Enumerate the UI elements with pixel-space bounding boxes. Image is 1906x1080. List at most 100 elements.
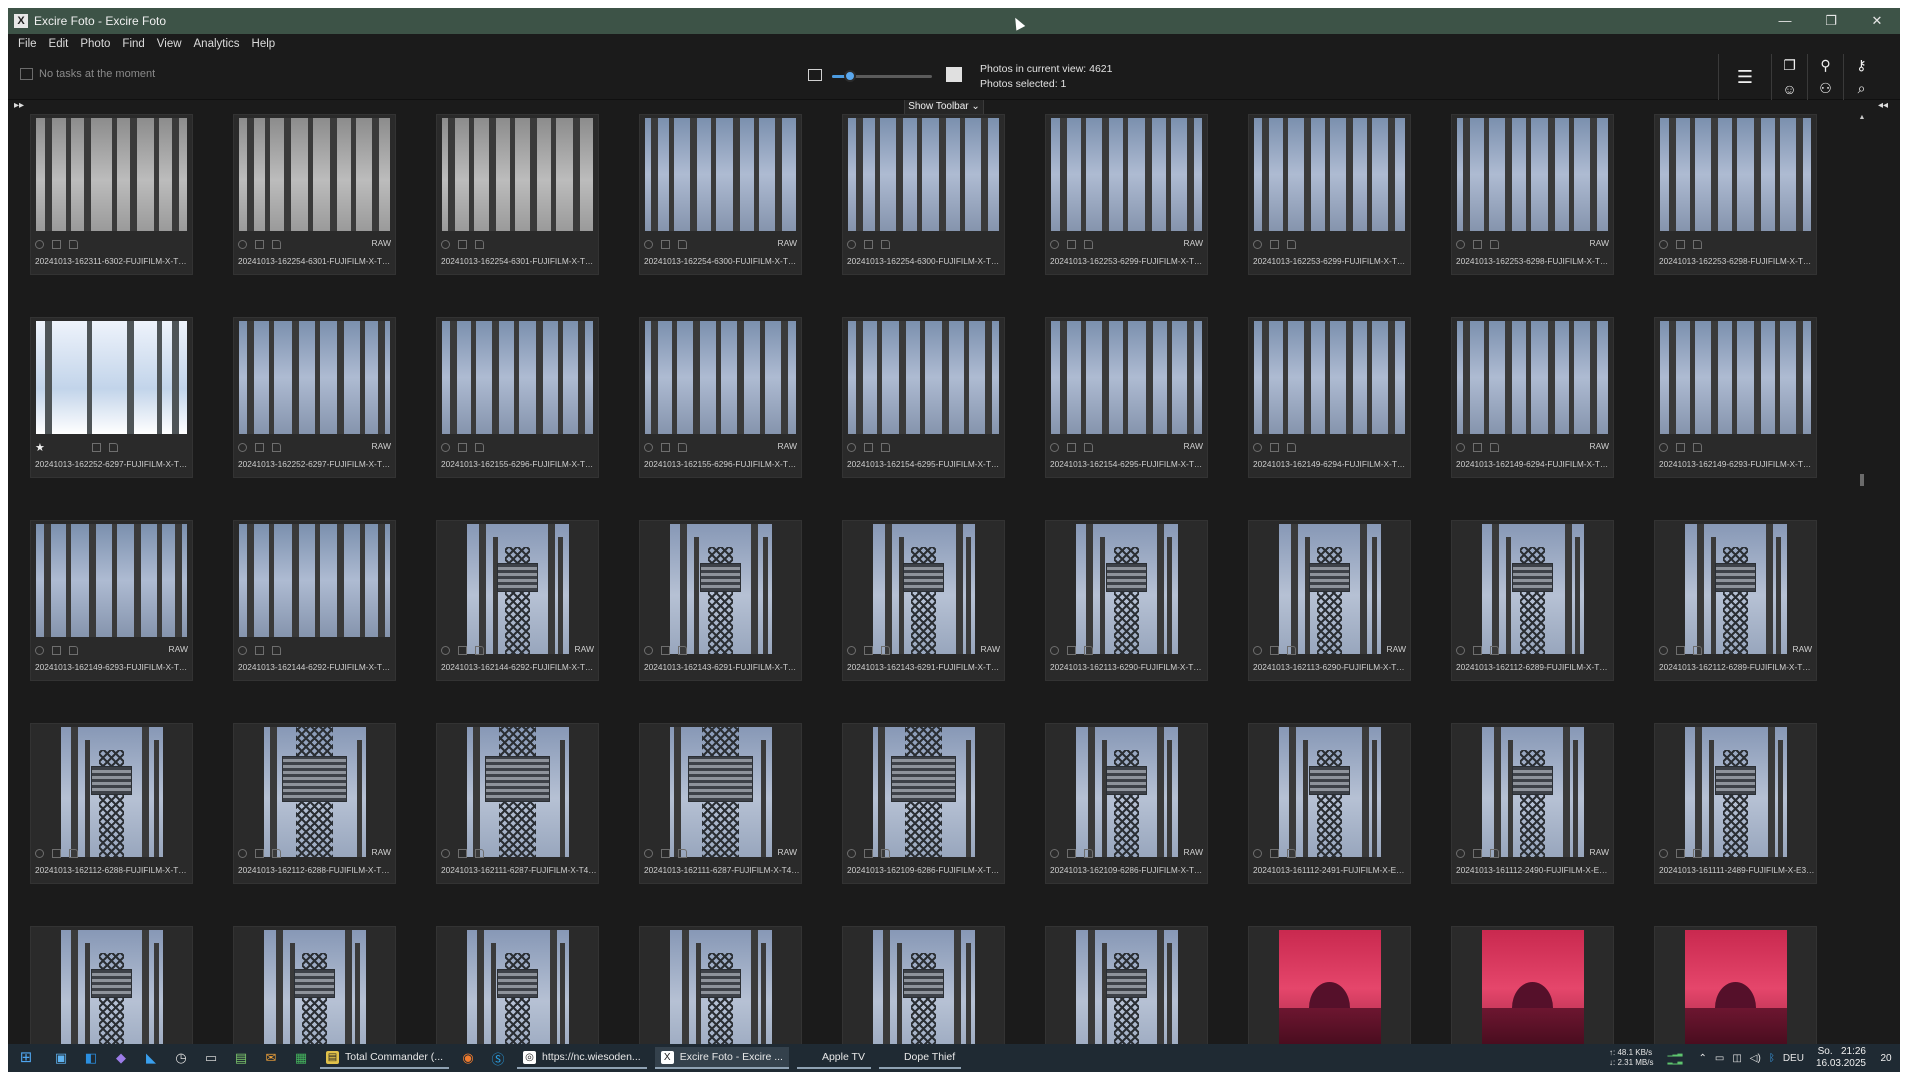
photo-tile[interactable]: 20241013-162253-6299-FUJIFILM-X-T4-DSCF6…	[1248, 114, 1411, 275]
flag-icon[interactable]	[1287, 645, 1296, 655]
pin-icon[interactable]	[1050, 442, 1059, 452]
pin-icon[interactable]	[1050, 645, 1059, 655]
flag-icon[interactable]	[272, 239, 281, 249]
pin-icon[interactable]	[1050, 848, 1059, 858]
edit-icon[interactable]	[92, 442, 101, 452]
pin-icon[interactable]	[847, 442, 856, 452]
flag-icon[interactable]	[1693, 442, 1702, 452]
photo-tile[interactable]: 20241013-162154-6295-FUJIFILM-X-T4-DSCF6…	[842, 317, 1005, 478]
flag-icon[interactable]	[1693, 645, 1702, 655]
edit-icon[interactable]	[864, 442, 873, 452]
flag-icon[interactable]	[1287, 239, 1296, 249]
photo-tile[interactable]: 20241013-162254-6300-FUJIFILM-X-T4-DSCF6…	[842, 114, 1005, 275]
clock-icon[interactable]: ◷	[170, 1047, 192, 1069]
photo-thumbnail[interactable]	[442, 321, 593, 434]
photo-thumbnail[interactable]	[1075, 727, 1178, 857]
edit-icon[interactable]	[458, 848, 467, 858]
edit-icon[interactable]	[1067, 645, 1076, 655]
volume-icon[interactable]: ◁)	[1750, 1053, 1761, 1064]
photo-thumbnail[interactable]	[872, 524, 975, 654]
photo-tile[interactable]: RAW 20241013-162149-6293-FUJIFILM-X-T4-DS…	[30, 520, 193, 681]
flag-icon[interactable]	[678, 645, 687, 655]
edit-icon[interactable]	[1676, 239, 1685, 249]
taskbar-app-dope-thief[interactable]: Dope Thief	[878, 1047, 962, 1069]
photo-thumbnail[interactable]	[1481, 727, 1584, 857]
thumbnail-size-slider[interactable]	[808, 64, 968, 88]
network-icon[interactable]: ◫	[1732, 1053, 1741, 1064]
mail-icon[interactable]: ✉	[260, 1047, 282, 1069]
photo-thumbnail[interactable]	[848, 321, 999, 434]
photo-thumbnail[interactable]	[1051, 321, 1202, 434]
pin-icon[interactable]	[1659, 645, 1668, 655]
flag-icon[interactable]	[475, 239, 484, 249]
photo-thumbnail[interactable]	[1075, 524, 1178, 654]
face-icon[interactable]: ☺	[1771, 77, 1807, 100]
flag-icon[interactable]	[881, 848, 890, 858]
taskbar-app-total-commander[interactable]: ▤ Total Commander (...	[320, 1047, 450, 1069]
photo-thumbnail[interactable]	[1684, 930, 1787, 1052]
location-pin-icon[interactable]: ⚲	[1807, 54, 1843, 77]
photo-tile[interactable]: 20241013-162143-6291-FUJIFILM-X-T4-DSCF6…	[639, 520, 802, 681]
edit-icon[interactable]	[1676, 848, 1685, 858]
pin-icon[interactable]	[847, 645, 856, 655]
edit-icon[interactable]	[661, 848, 670, 858]
menu-analytics[interactable]: Analytics	[188, 38, 246, 50]
edit-icon[interactable]	[864, 848, 873, 858]
bluetooth-icon[interactable]: ᛒ	[1769, 1053, 1775, 1064]
keyword-icon[interactable]: ⚷	[1843, 54, 1879, 77]
photo-thumbnail[interactable]	[669, 727, 772, 857]
photo-thumbnail[interactable]	[1278, 930, 1381, 1052]
rating-star-icon[interactable]: ★	[35, 441, 45, 454]
photo-tile[interactable]	[1451, 926, 1614, 1052]
show-toolbar-button[interactable]: Show Toolbar ⌄	[904, 100, 984, 114]
notification-icon[interactable]: 20	[1876, 1048, 1896, 1068]
photo-tile[interactable]	[1045, 926, 1208, 1052]
photo-tile[interactable]: ★ 20241013-162252-6297-FUJIFILM-X-T4-DSCF…	[30, 317, 193, 478]
pin-icon[interactable]	[1456, 848, 1465, 858]
edit-icon[interactable]	[255, 442, 264, 452]
skype-icon[interactable]: Ⓢ	[487, 1047, 509, 1069]
pin-icon[interactable]	[35, 239, 44, 249]
photo-thumbnail[interactable]	[1075, 930, 1178, 1052]
pin-icon[interactable]	[35, 848, 44, 858]
photo-thumbnail[interactable]	[848, 118, 999, 231]
photo-thumbnail[interactable]	[60, 727, 163, 857]
photo-thumbnail[interactable]	[36, 524, 187, 637]
photo-tile[interactable]: 20241013-162149-6293-FUJIFILM-X-T4-DSCF6…	[1654, 317, 1817, 478]
vscode-icon[interactable]: ◣	[140, 1047, 162, 1069]
flag-icon[interactable]	[881, 442, 890, 452]
pin-icon[interactable]	[1253, 848, 1262, 858]
edit-icon[interactable]	[1473, 442, 1482, 452]
photo-grid[interactable]: 20241013-162311-6302-FUJIFILM-X-T4-DSCF6…	[30, 114, 1868, 1052]
search-icon[interactable]: ⌕	[1843, 77, 1879, 100]
edit-icon[interactable]	[458, 442, 467, 452]
chevron-up-icon[interactable]: ⌃	[1698, 1053, 1706, 1064]
scrollbar-thumb[interactable]	[1860, 474, 1864, 486]
minimize-button[interactable]: —	[1762, 8, 1808, 34]
file-explorer-icon[interactable]: ▣	[50, 1047, 72, 1069]
pin-icon[interactable]	[1659, 442, 1668, 452]
terminal-icon[interactable]: ▭	[200, 1047, 222, 1069]
pin-icon[interactable]	[1456, 645, 1465, 655]
photo-tile[interactable]: RAW 20241013-162253-6299-FUJIFILM-X-T4-DS…	[1045, 114, 1208, 275]
photo-tile[interactable]	[842, 926, 1005, 1052]
flag-icon[interactable]	[1490, 645, 1499, 655]
photo-thumbnail[interactable]	[645, 321, 796, 434]
pin-icon[interactable]	[1456, 442, 1465, 452]
photo-thumbnail[interactable]	[1684, 727, 1787, 857]
photo-thumbnail[interactable]	[1481, 930, 1584, 1052]
edit-icon[interactable]	[661, 645, 670, 655]
menu-help[interactable]: Help	[246, 38, 282, 50]
pin-icon[interactable]	[1456, 239, 1465, 249]
photo-tile[interactable]: RAW 20241013-162144-6292-FUJIFILM-X-T4-DS…	[436, 520, 599, 681]
windows-start-icon[interactable]: ⊞	[16, 1048, 36, 1068]
photo-tile[interactable]	[1654, 926, 1817, 1052]
clock[interactable]: So. 21:26 16.03.2025	[1816, 1046, 1866, 1070]
photo-tile[interactable]: RAW 20241013-162113-6290-FUJIFILM-X-T4-DS…	[1248, 520, 1411, 681]
flag-icon[interactable]	[678, 239, 687, 249]
photo-tile[interactable]: 20241013-162155-6296-FUJIFILM-X-T4-DSCF6…	[436, 317, 599, 478]
photo-tile[interactable]: 20241013-161111-2489-FUJIFILM-X-E3-DSCF2…	[1654, 723, 1817, 884]
edit-icon[interactable]	[1473, 645, 1482, 655]
flag-icon[interactable]	[109, 442, 118, 452]
expand-left-icon[interactable]: ▸▸	[14, 100, 24, 111]
